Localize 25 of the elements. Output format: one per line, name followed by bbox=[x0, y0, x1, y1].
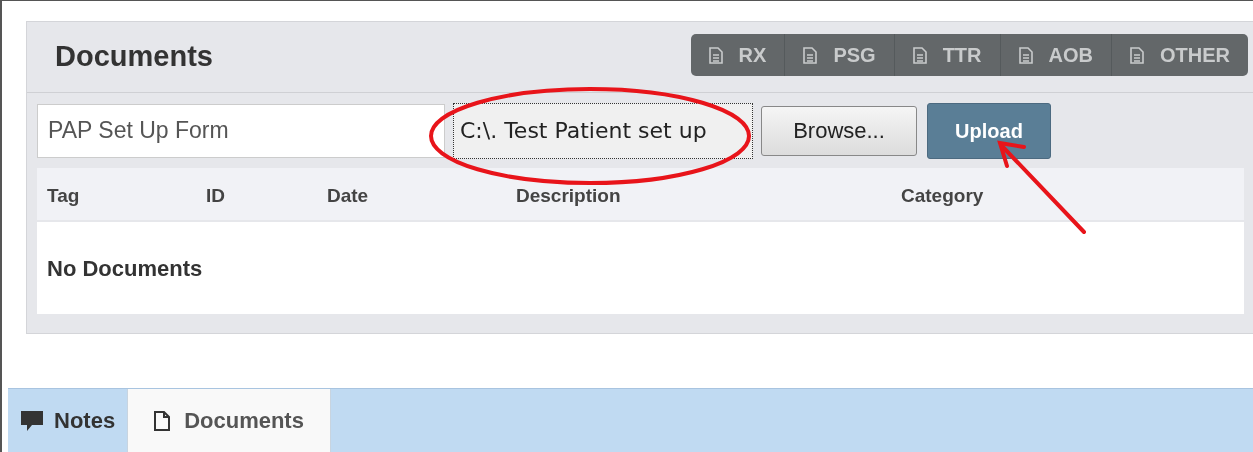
column-header: ID bbox=[206, 184, 225, 208]
tab[interactable]: Notes bbox=[8, 389, 128, 452]
column-header: Date bbox=[327, 184, 369, 208]
category-button[interactable]: OTHER bbox=[1111, 34, 1248, 76]
file-field[interactable]: C:\. Test Patient set up bbox=[453, 102, 753, 159]
document-icon bbox=[1018, 46, 1033, 64]
column-header: Tag bbox=[47, 184, 80, 208]
document-icon bbox=[1130, 46, 1144, 64]
column-header: Category bbox=[901, 184, 984, 208]
document-icon bbox=[912, 46, 927, 64]
panel-title: Documents bbox=[55, 39, 213, 75]
tab[interactable]: Documents bbox=[127, 389, 331, 452]
category-button[interactable]: PSG bbox=[784, 34, 894, 76]
browse-button[interactable]: Browse... bbox=[761, 105, 917, 156]
category-button[interactable]: AOB bbox=[999, 34, 1111, 76]
upload-button[interactable]: Upload bbox=[927, 102, 1051, 159]
category-button[interactable]: TTR bbox=[893, 34, 1000, 76]
empty-message: No Documents bbox=[47, 254, 203, 283]
document-icon bbox=[154, 410, 171, 431]
document-icon bbox=[803, 46, 818, 64]
document-icon bbox=[708, 46, 723, 64]
description-field[interactable]: PAP Set Up Form bbox=[37, 103, 445, 158]
speech-bubble-icon bbox=[20, 409, 44, 432]
category-button[interactable]: RX bbox=[690, 34, 785, 76]
column-header: Description bbox=[516, 184, 621, 208]
